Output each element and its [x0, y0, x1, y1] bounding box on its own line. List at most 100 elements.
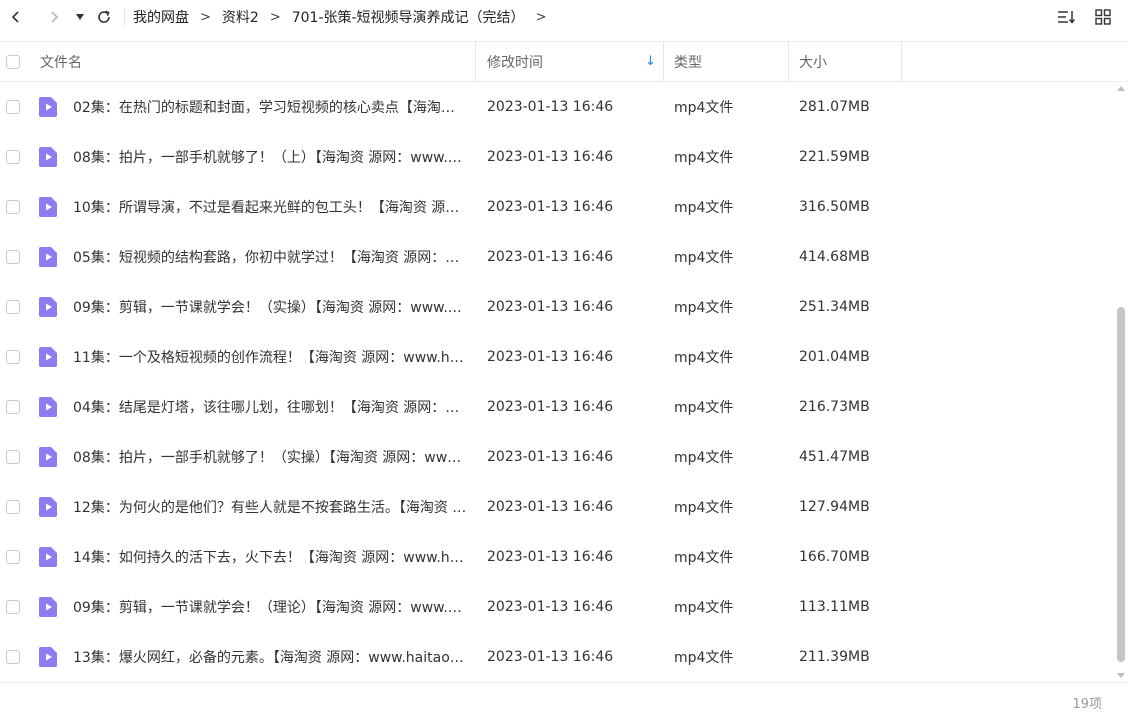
- column-header-name[interactable]: 文件名: [40, 42, 470, 81]
- file-name-cell[interactable]: 14集：如何持久的活下去，火下去！【海淘资 源网：www.haitaozy.cn…: [73, 532, 468, 582]
- file-size: 414.68MB: [799, 249, 870, 265]
- table-row[interactable]: 13集：爆火网红，必备的元素。【海淘资 源网：www.haitaozy.cn】.…: [0, 632, 1112, 682]
- back-button[interactable]: [2, 3, 30, 31]
- row-checkbox-cell: [6, 482, 20, 532]
- column-divider[interactable]: [475, 42, 476, 81]
- file-modified: 2023-01-13 16:46: [487, 349, 614, 365]
- forward-button[interactable]: [40, 3, 68, 31]
- column-divider[interactable]: [663, 42, 664, 81]
- file-icon-cell: [38, 82, 58, 132]
- breadcrumb-item-folder[interactable]: 资料2: [220, 7, 261, 27]
- breadcrumb-item-root[interactable]: 我的网盘: [131, 7, 191, 27]
- file-name[interactable]: 10集：所谓导演，不过是看起来光鲜的包工头！【海淘资 源网：www.haitao…: [73, 197, 468, 217]
- column-header-modified-label: 修改时间: [487, 54, 543, 71]
- table-row[interactable]: 08集：拍片，一部手机就够了！（上）【海淘资 源网：www.haitaozy.c…: [0, 132, 1112, 182]
- file-type: mp4文件: [674, 400, 734, 416]
- row-checkbox[interactable]: [6, 600, 20, 614]
- file-type: mp4文件: [674, 300, 734, 316]
- table-row[interactable]: 12集：为何火的是他们？有些人就是不按套路生活。【海淘资 源网：www.hait…: [0, 482, 1112, 532]
- scroll-thumb[interactable]: [1117, 307, 1125, 662]
- file-name[interactable]: 09集：剪辑，一节课就学会！（实操）【海淘资 源网：www.haitaozy.c…: [73, 297, 468, 317]
- breadcrumb-expand-arrow[interactable]: >: [536, 10, 547, 25]
- table-row[interactable]: 10集：所谓导演，不过是看起来光鲜的包工头！【海淘资 源网：www.haitao…: [0, 182, 1112, 232]
- row-checkbox[interactable]: [6, 550, 20, 564]
- video-file-icon: [39, 347, 57, 367]
- column-divider[interactable]: [788, 42, 789, 81]
- file-name-cell[interactable]: 08集：拍片，一部手机就够了！（实操）【海淘资 源网：www.haitaozy.…: [73, 432, 468, 482]
- file-name-cell[interactable]: 11集：一个及格短视频的创作流程！【海淘资 源网：www.haitaozy.cn…: [73, 332, 468, 382]
- caret-down-icon: [76, 14, 84, 20]
- table-row[interactable]: 04集：结尾是灯塔，该往哪儿划，往哪划！【海淘资 源网：www.haitaozy…: [0, 382, 1112, 432]
- grid-view-button[interactable]: [1090, 4, 1116, 30]
- select-all-cell: [6, 42, 20, 81]
- file-name-cell[interactable]: 08集：拍片，一部手机就够了！（上）【海淘资 源网：www.haitaozy.c…: [73, 132, 468, 182]
- row-checkbox[interactable]: [6, 250, 20, 264]
- row-checkbox[interactable]: [6, 450, 20, 464]
- file-name-cell[interactable]: 09集：剪辑，一节课就学会！（实操）【海淘资 源网：www.haitaozy.c…: [73, 282, 468, 332]
- file-name[interactable]: 08集：拍片，一部手机就够了！（上）【海淘资 源网：www.haitaozy.c…: [73, 147, 468, 167]
- file-name-cell[interactable]: 12集：为何火的是他们？有些人就是不按套路生活。【海淘资 源网：www.hait…: [73, 482, 468, 532]
- video-file-icon: [39, 547, 57, 567]
- file-size: 201.04MB: [799, 349, 870, 365]
- file-modified: 2023-01-13 16:46: [487, 149, 614, 165]
- column-header-modified[interactable]: 修改时间: [487, 42, 657, 81]
- vertical-scrollbar[interactable]: [1114, 82, 1128, 682]
- file-icon-cell: [38, 532, 58, 582]
- file-name-cell[interactable]: 10集：所谓导演，不过是看起来光鲜的包工头！【海淘资 源网：www.haitao…: [73, 182, 468, 232]
- file-name[interactable]: 05集：短视频的结构套路，你初中就学过！【海淘资 源网：www.haitaozy…: [73, 247, 468, 267]
- table-row[interactable]: 05集：短视频的结构套路，你初中就学过！【海淘资 源网：www.haitaozy…: [0, 232, 1112, 282]
- file-icon-cell: [38, 182, 58, 232]
- file-name[interactable]: 02集：在热门的标题和封面，学习短视频的核心卖点【海淘资 源网：www.hait…: [73, 97, 468, 117]
- file-name[interactable]: 04集：结尾是灯塔，该往哪儿划，往哪划！【海淘资 源网：www.haitaozy…: [73, 397, 468, 417]
- table-row[interactable]: 08集：拍片，一部手机就够了！（实操）【海淘资 源网：www.haitaozy.…: [0, 432, 1112, 482]
- file-modified: 2023-01-13 16:46: [487, 649, 614, 665]
- video-file-icon: [39, 497, 57, 517]
- row-checkbox[interactable]: [6, 300, 20, 314]
- row-checkbox[interactable]: [6, 200, 20, 214]
- row-checkbox[interactable]: [6, 350, 20, 364]
- select-all-checkbox[interactable]: [6, 54, 20, 69]
- sort-button[interactable]: [1054, 4, 1080, 30]
- row-checkbox[interactable]: [6, 400, 20, 414]
- file-size: 211.39MB: [799, 649, 870, 665]
- file-size: 166.70MB: [799, 549, 870, 565]
- file-name[interactable]: 14集：如何持久的活下去，火下去！【海淘资 源网：www.haitaozy.cn…: [73, 547, 468, 567]
- scroll-up-icon[interactable]: [1116, 84, 1126, 92]
- row-checkbox-cell: [6, 382, 20, 432]
- row-checkbox[interactable]: [6, 650, 20, 664]
- table-row[interactable]: 02集：在热门的标题和封面，学习短视频的核心卖点【海淘资 源网：www.hait…: [0, 82, 1112, 132]
- file-name[interactable]: 12集：为何火的是他们？有些人就是不按套路生活。【海淘资 源网：www.hait…: [73, 497, 468, 517]
- scroll-down-icon[interactable]: [1116, 672, 1126, 680]
- file-name[interactable]: 09集：剪辑，一节课就学会！（理论）【海淘资 源网：www.haitaozy.c…: [73, 597, 468, 617]
- file-name-cell[interactable]: 05集：短视频的结构套路，你初中就学过！【海淘资 源网：www.haitaozy…: [73, 232, 468, 282]
- file-type: mp4文件: [674, 600, 734, 616]
- column-header-type[interactable]: 类型: [674, 42, 784, 81]
- file-modified: 2023-01-13 16:46: [487, 599, 614, 615]
- file-name-cell[interactable]: 04集：结尾是灯塔，该往哪儿划，往哪划！【海淘资 源网：www.haitaozy…: [73, 382, 468, 432]
- row-checkbox-cell: [6, 282, 20, 332]
- table-row[interactable]: 09集：剪辑，一节课就学会！（实操）【海淘资 源网：www.haitaozy.c…: [0, 282, 1112, 332]
- refresh-icon: [98, 10, 110, 23]
- history-dropdown-button[interactable]: [72, 3, 88, 31]
- column-header-size[interactable]: 大小: [799, 42, 899, 81]
- file-name-cell[interactable]: 13集：爆火网红，必备的元素。【海淘资 源网：www.haitaozy.cn】.…: [73, 632, 468, 682]
- file-name-cell[interactable]: 02集：在热门的标题和封面，学习短视频的核心卖点【海淘资 源网：www.hait…: [73, 82, 468, 132]
- table-row[interactable]: 11集：一个及格短视频的创作流程！【海淘资 源网：www.haitaozy.cn…: [0, 332, 1112, 382]
- grid-view-icon: [1095, 9, 1111, 25]
- file-icon-cell: [38, 482, 58, 532]
- file-name[interactable]: 13集：爆火网红，必备的元素。【海淘资 源网：www.haitaozy.cn】.…: [73, 647, 468, 667]
- file-name-cell[interactable]: 09集：剪辑，一节课就学会！（理论）【海淘资 源网：www.haitaozy.c…: [73, 582, 468, 632]
- video-file-icon: [39, 647, 57, 667]
- file-name[interactable]: 11集：一个及格短视频的创作流程！【海淘资 源网：www.haitaozy.cn…: [73, 347, 468, 367]
- breadcrumb-item-current[interactable]: 701-张策-短视频导演养成记（完结）: [290, 7, 527, 27]
- table-row[interactable]: 09集：剪辑，一节课就学会！（理论）【海淘资 源网：www.haitaozy.c…: [0, 582, 1112, 632]
- table-row[interactable]: 14集：如何持久的活下去，火下去！【海淘资 源网：www.haitaozy.cn…: [0, 532, 1112, 582]
- refresh-button[interactable]: [90, 3, 118, 31]
- row-checkbox[interactable]: [6, 100, 20, 114]
- file-list: 02集：在热门的标题和封面，学习短视频的核心卖点【海淘资 源网：www.hait…: [0, 82, 1112, 682]
- file-icon-cell: [38, 332, 58, 382]
- file-name[interactable]: 08集：拍片，一部手机就够了！（实操）【海淘资 源网：www.haitaozy.…: [73, 447, 468, 467]
- column-divider[interactable]: [901, 42, 902, 81]
- row-checkbox[interactable]: [6, 500, 20, 514]
- row-checkbox[interactable]: [6, 150, 20, 164]
